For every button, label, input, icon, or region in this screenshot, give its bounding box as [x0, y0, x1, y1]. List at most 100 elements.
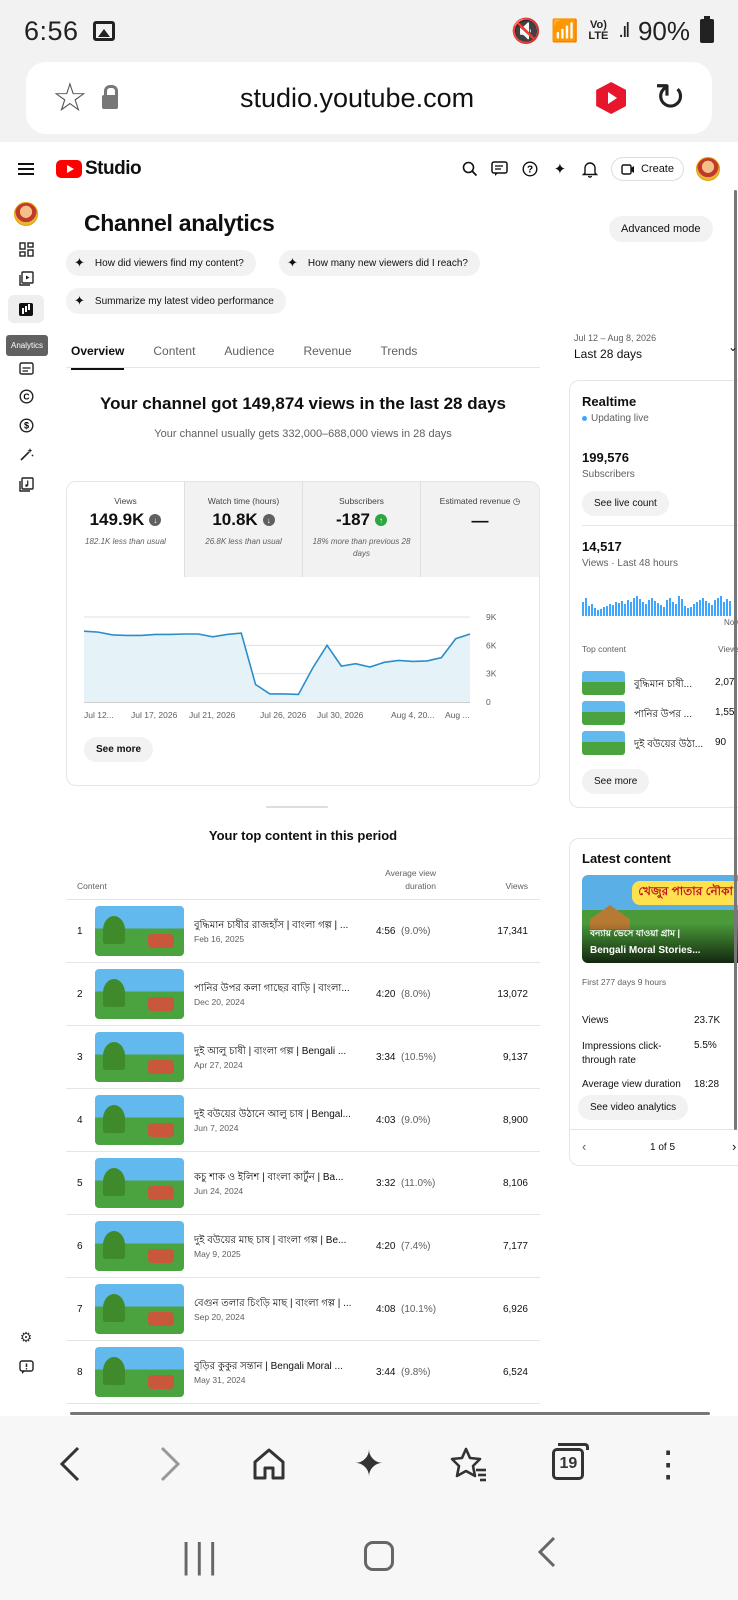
create-button[interactable]: Create — [610, 157, 684, 181]
realtime-see-more-button[interactable]: See more — [582, 769, 650, 794]
rail-copyright-icon[interactable]: C — [17, 387, 35, 405]
realtime-top-item[interactable]: পানির উপর ... 1,55 — [582, 701, 738, 725]
table-row[interactable]: 8 বুড়ির কুকুর সন্তান | Bengali Moral ...… — [66, 1341, 540, 1404]
row-rank: 5 — [77, 1178, 83, 1189]
search-icon[interactable] — [461, 160, 479, 178]
date-range-picker[interactable]: Jul 12 – Aug 8, 2026 Last 28 days — [574, 333, 656, 361]
feedback-icon[interactable] — [491, 160, 509, 178]
metric-subscribers[interactable]: Subscribers -187 ↑ 18% more than previous… — [303, 482, 421, 577]
realtime-top-item[interactable]: বুদ্ধিমান চাষী... 2,07 — [582, 671, 738, 695]
bookmark-star-icon[interactable]: ☆ — [52, 78, 88, 118]
reload-icon[interactable]: ↻ — [654, 79, 686, 117]
menu-icon[interactable] — [18, 163, 34, 175]
video-thumbnail[interactable] — [95, 969, 184, 1019]
table-row[interactable]: 5 কচু শাক ও ইলিশ | বাংলা কার্টুন | Ba... J… — [66, 1152, 540, 1215]
video-title[interactable]: বেগুন তলার চিংড়ি মাছ | বাংলা গল্প | ... — [194, 1296, 354, 1313]
more-options-icon[interactable]: ⋮ — [646, 1442, 690, 1486]
realtime-bar — [612, 605, 614, 616]
table-row[interactable]: 3 দুই আলু চাষী | বাংলা গল্প | Bengali ...… — [66, 1026, 540, 1089]
rail-analytics-icon[interactable] — [17, 300, 35, 318]
video-title[interactable]: দুই বউয়ের উঠানে আলু চাষ | Bengal... — [194, 1107, 354, 1124]
system-home-icon[interactable] — [364, 1541, 395, 1571]
notifications-bell-icon[interactable] — [581, 160, 599, 178]
home-icon[interactable] — [247, 1442, 291, 1486]
latest-video-thumbnail[interactable]: খেজুর পাতার নৌকা বন্যায় ভেসে যাওয়া গ্র… — [582, 875, 738, 963]
page-scrollbar[interactable] — [734, 190, 737, 1130]
video-title[interactable]: বুড়ির কুকুর সন্তান | Bengali Moral ... — [194, 1359, 354, 1376]
bookmarks-icon[interactable] — [447, 1442, 491, 1486]
ai-suggestion-chip-3[interactable]: ✦ Summarize my latest video performance — [66, 288, 286, 314]
studio-logo-text[interactable]: Studio — [85, 158, 142, 180]
account-avatar[interactable] — [696, 157, 720, 181]
video-title[interactable]: দুই বউয়ের মাছ চাষ | বাংলা গল্প | Be... — [194, 1233, 354, 1250]
ai-suggestion-chip-2[interactable]: ✦ How many new viewers did I reach? — [279, 250, 480, 276]
metric-watch-time[interactable]: Watch time (hours) 10.8K ↓ 26.8K less tha… — [185, 482, 303, 577]
youtube-logo-icon[interactable] — [56, 160, 82, 178]
table-row[interactable]: 7 বেগুন তলার চিংড়ি মাছ | বাংলা গল্প | ..… — [66, 1278, 540, 1341]
rail-settings-icon[interactable]: ⚙ — [17, 1328, 35, 1346]
url-text[interactable]: studio.youtube.com — [118, 83, 596, 114]
video-thumbnail[interactable] — [95, 1284, 184, 1334]
realtime-bar — [693, 604, 695, 616]
see-more-button[interactable]: See more — [84, 737, 154, 762]
prev-page-icon[interactable]: ‹ — [582, 1139, 586, 1154]
video-date: Dec 20, 2024 — [194, 997, 245, 1007]
video-thumbnail[interactable] — [95, 906, 184, 956]
rail-feedback-icon[interactable] — [17, 1358, 35, 1376]
video-thumbnail[interactable] — [95, 1158, 184, 1208]
table-row[interactable]: 2 পানির উপর কলা গাছের বাড়ি | বাংলা... Dec… — [66, 963, 540, 1026]
ai-suggestion-chip-1[interactable]: ✦ How did viewers find my content? — [66, 250, 256, 276]
table-row[interactable]: 4 দুই বউয়ের উঠানে আলু চাষ | Bengal... Jun… — [66, 1089, 540, 1152]
recent-apps-icon[interactable]: ||| — [181, 1535, 221, 1577]
ai-spark-icon[interactable]: ✦ — [551, 160, 569, 178]
address-bar[interactable]: ☆ studio.youtube.com ↻ — [26, 62, 712, 134]
channel-avatar[interactable] — [14, 202, 38, 226]
metric-views[interactable]: Views 149.9K ↓ 182.1K less than usual — [67, 482, 185, 577]
rail-earn-icon[interactable]: $ — [17, 416, 35, 434]
horizontal-scrollbar[interactable] — [70, 1412, 710, 1415]
left-nav-rail: Analytics C $ ⚙ — [0, 196, 52, 1396]
video-title[interactable]: দুই আলু চাষী | বাংলা গল্প | Bengali ... — [194, 1044, 354, 1061]
realtime-bar — [621, 601, 623, 616]
date-dropdown-chevron-icon[interactable]: ⌄ — [728, 340, 738, 354]
divider — [582, 525, 738, 526]
next-page-icon[interactable]: › — [732, 1139, 736, 1154]
table-row[interactable]: 6 দুই বউয়ের মাছ চাষ | বাংলা গল্প | Be...… — [66, 1215, 540, 1278]
video-views: 8,106 — [502, 1178, 528, 1189]
realtime-subs-label: Subscribers — [582, 469, 635, 480]
back-icon[interactable] — [48, 1442, 92, 1486]
video-thumbnail[interactable] — [95, 1095, 184, 1145]
battery-icon — [700, 16, 714, 43]
tabs-icon[interactable]: 19 — [546, 1442, 590, 1486]
video-title[interactable]: কচু শাক ও ইলিশ | বাংলা কার্টুন | Ba... — [194, 1170, 354, 1187]
rail-dashboard-icon[interactable] — [17, 240, 35, 258]
studio-header: Studio ? ✦ Create — [0, 142, 738, 196]
help-icon[interactable]: ? — [521, 160, 539, 178]
video-title[interactable]: পানির উপর কলা গাছের বাড়ি | বাংলা... — [194, 981, 354, 998]
rail-customization-icon[interactable] — [17, 445, 35, 463]
ai-assistant-icon[interactable]: ✦ — [347, 1442, 391, 1486]
metric-estimated-revenue[interactable]: Estimated revenue ◷ — — [421, 482, 539, 577]
see-video-analytics-button[interactable]: See video analytics — [578, 1095, 689, 1120]
rail-audio-library-icon[interactable] — [17, 475, 35, 493]
rail-subtitles-icon[interactable] — [17, 359, 35, 377]
system-back-icon[interactable] — [537, 1535, 557, 1578]
table-row[interactable]: 1 বুদ্ধিমান চাষীর রাজহাঁস | বাংলা গল্প | … — [66, 900, 540, 963]
create-label: Create — [640, 163, 674, 175]
spark-icon: ✦ — [74, 293, 85, 308]
see-live-count-button[interactable]: See live count — [582, 491, 669, 516]
video-thumbnail[interactable] — [95, 1221, 184, 1271]
video-thumbnail — [582, 731, 625, 755]
youtube-app-icon[interactable] — [596, 82, 627, 114]
video-thumbnail[interactable] — [95, 1347, 184, 1397]
arrow-down-icon: ↓ — [149, 514, 162, 526]
rail-content-icon[interactable] — [17, 269, 35, 287]
video-views: 13,072 — [497, 989, 528, 1000]
video-title[interactable]: বুদ্ধিমান চাষীর রাজহাঁস | বাংলা গল্প | .… — [194, 918, 354, 935]
realtime-top-item[interactable]: দুই বউয়ের উঠা... 90 — [582, 731, 738, 755]
row-rank: 8 — [77, 1367, 83, 1378]
video-thumbnail[interactable] — [95, 1032, 184, 1082]
advanced-mode-button[interactable]: Advanced mode — [609, 216, 713, 242]
lock-icon[interactable] — [101, 85, 118, 109]
forward-icon[interactable] — [148, 1442, 192, 1486]
